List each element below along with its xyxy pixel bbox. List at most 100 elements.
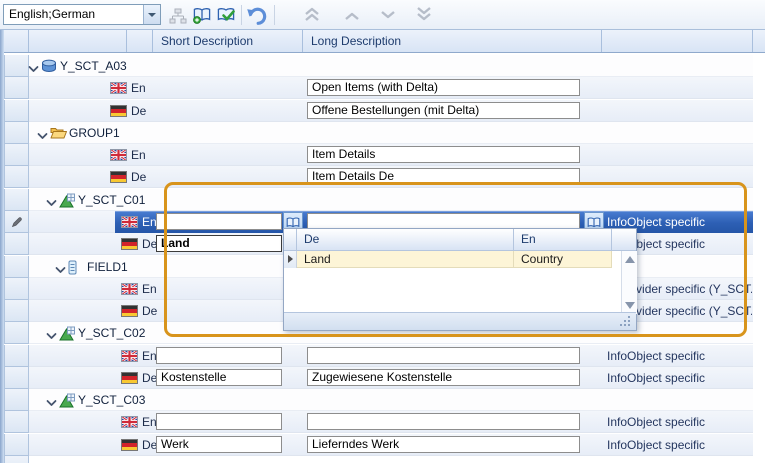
row-indicator-cell[interactable] [4,367,29,389]
row-indicator-cell[interactable] [4,278,29,300]
long-description-input[interactable]: Item Details De [307,168,580,185]
language-row[interactable]: EnOpen Items (with Delta) [0,77,753,99]
tree-node-row[interactable]: Y_SCT_C03 [0,389,753,411]
popup-col-header-de[interactable]: De [297,229,514,250]
header-flag-cell [127,30,153,52]
tree-node-row[interactable]: Y_SCT_A03 [0,55,753,77]
expand-collapse-icon[interactable] [46,329,57,337]
language-pair-value: English;German [9,5,95,24]
short-description-input[interactable]: Land [156,235,282,252]
row-indicator-cell[interactable] [4,322,29,344]
long-description-input[interactable]: Item Details [307,146,580,163]
popup-cell-de[interactable]: Land [297,251,514,268]
tree-node-label: Y_SCT_C01 [78,189,145,211]
row-indicator-cell[interactable] [4,144,29,166]
translation-editor-window: English;German Short Description Long De… [0,0,765,463]
uk-flag [121,350,138,362]
popup-header-indicator-cell [284,229,297,250]
uk-flag [121,283,138,295]
language-code: En [142,211,157,233]
expand-collapse-icon[interactable] [55,263,66,271]
short-description-input[interactable] [156,213,282,230]
german-flag [121,238,138,250]
german-flag [121,305,138,317]
header-indicator-cell [4,30,29,52]
short-description-input[interactable] [156,413,282,430]
row-indicator-cell[interactable] [4,233,29,255]
row-indicator-cell[interactable] [4,345,29,367]
scroll-down-icon[interactable] [625,302,635,309]
expand-collapse-icon[interactable] [46,196,57,204]
row-indicator-cell[interactable] [4,77,29,99]
tree-node-row[interactable]: GROUP1 [0,122,753,144]
combo-dropdown-button[interactable] [143,5,160,24]
row-indicator-cell[interactable] [4,189,29,211]
row-indicator-cell[interactable] [4,411,29,433]
short-description-input[interactable]: Kostenstelle [156,369,282,386]
language-code: En [142,278,157,300]
popup-cell-en[interactable]: Country [514,251,612,268]
long-description-input[interactable]: Lieferndes Werk [307,436,580,453]
row-indicator-cell[interactable] [4,211,29,233]
expand-collapse-icon[interactable] [46,396,57,404]
resize-grip[interactable] [620,316,622,318]
popup-col-header-en[interactable]: En [514,229,612,250]
tree-node-label: Y_SCT_C02 [78,322,145,344]
short-description-input[interactable] [156,347,282,364]
toolbar-separator [274,5,275,25]
popup-suggestion-row[interactable]: Land Country [284,251,621,268]
language-row[interactable]: EnInfoObject specific [0,345,753,367]
header-short-description[interactable]: Short Description [153,30,303,52]
expand-collapse-icon[interactable] [28,62,39,70]
translation-scope-label: InfoObject specific [607,345,705,367]
hierarchy-icon[interactable] [166,4,190,27]
undo-icon[interactable] [245,4,269,27]
tree-node-row[interactable]: Y_SCT_C01 [0,189,753,211]
language-pair-combobox[interactable]: English;German [3,4,161,25]
short-description-input[interactable]: Werk [156,436,282,453]
tree-node-label: Y_SCT_C03 [78,389,145,411]
long-description-input[interactable]: Zugewiesene Kostenstelle [307,369,580,386]
german-flag [110,171,127,183]
language-row[interactable]: EnItem Details [0,144,753,166]
scroll-up-icon[interactable] [625,256,635,263]
move-up-icon[interactable] [340,4,364,27]
long-description-input[interactable] [307,347,580,364]
move-down-icon[interactable] [376,4,400,27]
row-indicator-cell [4,456,29,463]
language-row[interactable]: DeWerkLieferndes WerkInfoObject specific [0,434,753,456]
language-code: De [131,100,146,122]
dso-icon [41,59,57,76]
german-flag [121,372,138,384]
row-indicator-cell[interactable] [4,122,29,144]
expand-collapse-icon[interactable] [37,129,48,137]
row-indicator-cell[interactable] [4,389,29,411]
long-description-input[interactable] [307,413,580,430]
row-indicator-cell[interactable] [4,300,29,322]
header-tree-cell [29,30,127,52]
characteristic-icon [59,193,75,211]
confirm-check-icon[interactable] [214,4,238,27]
row-indicator-cell[interactable] [4,55,29,77]
row-indicator-cell[interactable] [4,434,29,456]
popup-row-indicator [284,251,297,268]
dictionary-add-icon[interactable] [190,4,214,27]
tree-node-label: FIELD1 [87,256,128,278]
language-row[interactable]: De Offene Bestellungen (mit Delta) [0,100,753,122]
long-description-input[interactable]: Open Items (with Delta) [307,79,580,96]
move-last-icon[interactable] [412,4,436,27]
header-long-description[interactable]: Long Description [303,30,602,52]
field-icon [68,260,77,278]
popup-scrollbar[interactable] [621,251,637,314]
uk-flag [110,149,127,161]
language-row[interactable]: EnInfoObject specific [0,411,753,433]
language-row[interactable]: DeItem Details De [0,166,753,188]
move-first-icon[interactable] [300,4,324,27]
long-description-input[interactable]: Offene Bestellungen (mit Delta) [307,102,580,119]
row-indicator-cell[interactable] [4,100,29,122]
row-indicator-cell[interactable] [4,256,29,278]
row-indicator-cell[interactable] [4,166,29,188]
characteristic-icon [59,393,75,411]
uk-flag [121,216,138,228]
language-row[interactable]: DeKostenstelleZugewiesene KostenstelleIn… [0,367,753,389]
